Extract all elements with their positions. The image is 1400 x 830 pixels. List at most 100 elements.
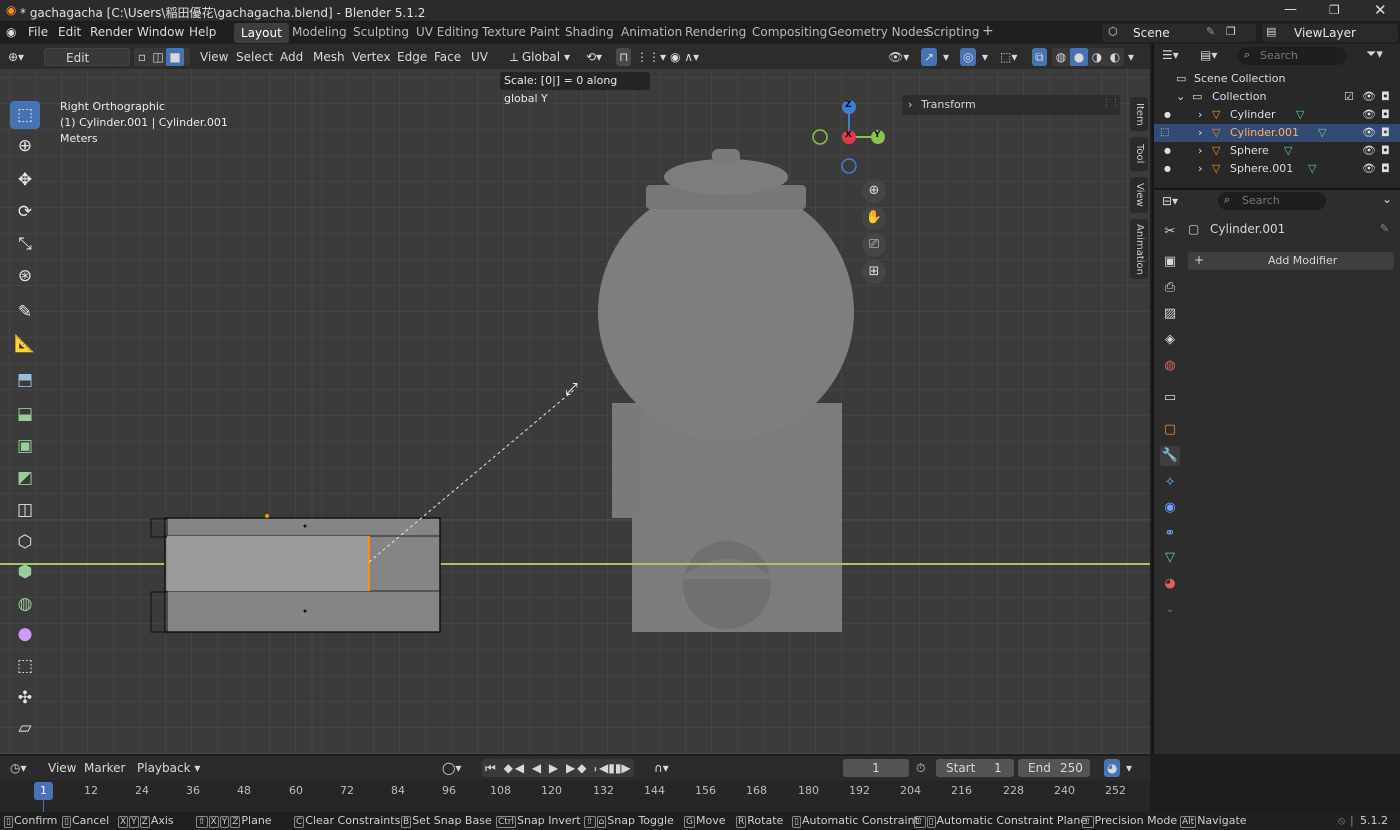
blender-menu-icon[interactable]: ◉ [6,25,16,39]
tab-modeling[interactable]: Modeling [292,25,347,39]
snap-icon[interactable]: ⊓ [616,48,632,66]
eye-icon[interactable]: 👁 [1362,160,1376,178]
expand-icon[interactable]: ⌄ [1176,88,1185,106]
jump-keyframe-icon[interactable]: ◀▮▮▶ [596,759,634,777]
shear-icon[interactable]: ▱ [10,714,40,742]
eye-icon[interactable]: 👁 [1362,106,1376,124]
world-properties-icon[interactable]: ◍ [1160,356,1180,376]
timeline-editor-icon[interactable]: ◷▾ [10,759,27,777]
scene-properties-icon[interactable]: ◈ [1160,330,1180,350]
outliner-row-object[interactable]: ● › ▽ Sphere.001 ▽ 👁 ◘ [1154,160,1400,178]
drag-handle-icon[interactable]: ⋮⋮ [1102,98,1120,108]
navigation-gizmo[interactable]: Z X Y [812,99,892,174]
output-properties-icon[interactable]: ⎙ [1160,278,1180,298]
eye-icon[interactable]: 👁 [1362,142,1376,160]
zoom-icon[interactable]: ⊕ [862,179,886,203]
cursor-icon[interactable]: ⊕ [10,132,40,160]
pin-icon[interactable]: ✎ [1380,222,1389,235]
menu-help[interactable]: Help [189,25,216,39]
more-tabs-icon[interactable]: ⌄ [1160,600,1180,620]
wireframe-shading-icon[interactable]: ◍ [1052,48,1070,66]
tab-sculpting[interactable]: Sculpting [353,25,409,39]
annotate-icon[interactable]: ✎ [10,298,40,326]
add-modifier-button[interactable]: + Add Modifier [1188,252,1394,270]
overlay-toggle-icon[interactable]: ◎ [960,48,977,66]
constraints-icon[interactable]: ⚭ [1160,524,1180,544]
scale-icon[interactable]: ⤡ [10,230,40,258]
knife-icon[interactable]: ⬡ [10,528,40,556]
select-mode-toggle[interactable]: ▫ ◫ ■ [134,48,190,66]
tab-rendering[interactable]: Rendering [685,25,746,39]
face-select-icon[interactable]: ■ [166,48,184,66]
snap-target-icon[interactable]: ⋮⋮▾ [636,48,666,66]
xray-toggle-icon[interactable]: ⧉ [1032,48,1047,66]
move-icon[interactable]: ✥ [10,166,40,194]
timeline-menu-playback[interactable]: Playback ▾ [137,759,200,777]
smooth-icon[interactable]: ● [10,620,40,648]
timeline-menu-marker[interactable]: Marker [84,759,125,777]
eye-icon[interactable]: 👁 [1362,88,1376,106]
outliner-search-input[interactable]: ⌕ Search [1238,47,1346,65]
proportional-edit-icon[interactable]: ◉ ∧▾ [670,48,699,66]
stopwatch-icon[interactable]: ⏱ [916,759,925,777]
rotate-icon[interactable]: ⟳ [10,198,40,226]
mesh-edit-overlay-icon[interactable]: ⬚▾ [1000,48,1017,66]
view-layer-icon[interactable]: ▨ [1160,304,1180,324]
vertex-select-icon[interactable]: ▫ [134,48,150,66]
menu-file[interactable]: File [28,25,48,39]
add-cube-icon[interactable]: ⬒ [10,366,40,394]
camera-icon[interactable]: ◘ [1381,88,1390,106]
menu-render[interactable]: Render [90,25,133,39]
start-frame-field[interactable]: Start 1 [936,759,1014,777]
3d-viewport[interactable]: ⤢ Right Orthographic (1) Cylinder.001 | … [0,69,1150,754]
menu-window[interactable]: Window [137,25,184,39]
tab-shading[interactable]: Shading [565,25,614,39]
shrink-fatten-icon[interactable]: ✣ [10,684,40,712]
render-properties-icon[interactable]: ▣ [1160,252,1180,272]
maximize-icon[interactable]: ❐ [1329,3,1340,17]
spin-icon[interactable]: ◍ [10,590,40,618]
physics-icon[interactable]: ◉ [1160,498,1180,518]
header-menu-face[interactable]: Face [434,48,461,66]
outliner-editor-icon[interactable]: ☰▾ [1162,48,1179,62]
viewlayer-selector[interactable]: ▤ ViewLayer [1262,24,1398,42]
loop-cut-icon[interactable]: ◫ [10,496,40,524]
overlay-dropdown-icon[interactable]: ▾ [982,48,988,66]
camera-icon[interactable]: ◘ [1381,142,1390,160]
select-box-icon[interactable]: ⬚ [10,101,40,129]
extrude-icon[interactable]: ⬓ [10,400,40,428]
header-menu-select[interactable]: Select [236,48,273,66]
particles-icon[interactable]: ⟡ [1160,472,1180,492]
edge-slide-icon[interactable]: ⬚ [10,652,40,680]
object-properties-icon[interactable]: ▢ [1160,420,1180,440]
shading-modes[interactable]: ◍ ● ◑ ◐ [1052,48,1124,66]
ortho-grid-icon[interactable]: ⊞ [862,260,886,284]
shading-dropdown-icon[interactable]: ▾ [1128,48,1134,66]
sidebar-tab-animation[interactable]: Animation [1130,219,1148,279]
auto-key-icon[interactable]: ∩▾ [654,759,669,777]
view-sync-icon[interactable]: ◕ [1104,759,1121,777]
tab-uv-editing[interactable]: UV Editing [416,25,479,39]
minimize-icon[interactable]: — [1284,2,1297,17]
timeline-dropdown-icon[interactable]: ▾ [1126,759,1132,777]
visibility-icon[interactable]: 👁▾ [888,48,909,66]
material-shading-icon[interactable]: ◑ [1088,48,1106,66]
expand-icon[interactable]: › [1198,142,1202,160]
pan-hand-icon[interactable]: ✋ [862,206,886,230]
timeline-menu-view[interactable]: View [48,759,76,777]
close-icon[interactable]: ✕ [1374,1,1387,19]
menu-edit[interactable]: Edit [58,25,81,39]
timeline-ruler[interactable]: 1 12 24 36 48 60 72 84 96 108 120 132 14… [0,780,1150,812]
header-menu-mesh[interactable]: Mesh [313,48,345,66]
outliner-row-scene-collection[interactable]: ▭ Scene Collection [1154,70,1400,88]
new-scene-icon[interactable]: ❐ [1226,25,1236,38]
eye-icon[interactable]: 👁 [1362,124,1376,142]
options-dropdown-icon[interactable]: ⌄ [1382,192,1392,206]
collection-properties-icon[interactable]: ▭ [1160,388,1180,408]
mode-dropdown[interactable]: Edit Mode [44,48,130,83]
outliner-row-collection[interactable]: ⌄ ▭ Collection ☑ 👁 ◘ [1154,88,1400,106]
keyframe-record-icon[interactable]: ◯▾ [442,759,461,777]
bevel-icon[interactable]: ◩ [10,464,40,492]
tab-compositing[interactable]: Compositing [752,25,827,39]
modifier-properties-icon[interactable]: 🔧 [1160,446,1180,466]
